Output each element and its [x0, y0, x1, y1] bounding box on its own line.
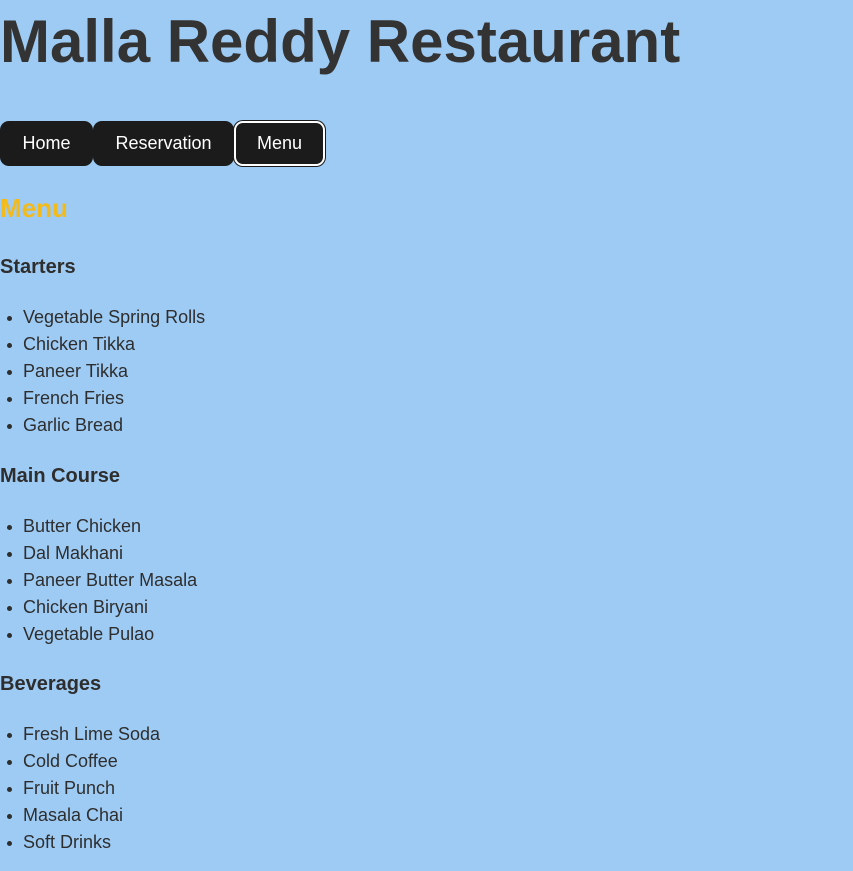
starters-heading: Starters [0, 256, 76, 278]
menu-item: Paneer Tikka [6, 358, 205, 385]
nav-menu-button[interactable]: Menu [234, 121, 325, 166]
main-nav: Home Reservation Menu [0, 121, 325, 166]
menu-item: Masala Chai [6, 802, 160, 829]
beverages-section: Beverages Fresh Lime Soda Cold Coffee Fr… [0, 672, 160, 856]
menu-item: Paneer Butter Masala [6, 567, 197, 594]
menu-item: Garlic Bread [6, 412, 205, 439]
nav-home-button[interactable]: Home [0, 121, 93, 166]
menu-item: Vegetable Pulao [6, 621, 197, 648]
beverages-heading: Beverages [0, 673, 102, 695]
nav-reservation-button[interactable]: Reservation [93, 121, 234, 166]
menu-item: Soft Drinks [6, 829, 160, 856]
menu-item: Dal Makhani [6, 540, 197, 567]
menu-item: Butter Chicken [6, 513, 197, 540]
menu-item: Fruit Punch [6, 775, 160, 802]
menu-item: Cold Coffee [6, 748, 160, 775]
main-course-heading: Main Course [0, 465, 121, 487]
menu-item: Fresh Lime Soda [6, 721, 160, 748]
page-heading: Menu [0, 193, 68, 223]
menu-item: Vegetable Spring Rolls [6, 304, 205, 331]
starters-list: Vegetable Spring Rolls Chicken Tikka Pan… [0, 304, 205, 439]
main-course-list: Butter Chicken Dal Makhani Paneer Butter… [0, 513, 197, 648]
starters-section: Starters Vegetable Spring Rolls Chicken … [0, 255, 205, 439]
menu-item: Chicken Tikka [6, 331, 205, 358]
site-title: Malla Reddy Restaurant [0, 8, 681, 75]
menu-item: French Fries [6, 385, 205, 412]
beverages-list: Fresh Lime Soda Cold Coffee Fruit Punch … [0, 721, 160, 856]
main-course-section: Main Course Butter Chicken Dal Makhani P… [0, 464, 197, 648]
menu-item: Chicken Biryani [6, 594, 197, 621]
